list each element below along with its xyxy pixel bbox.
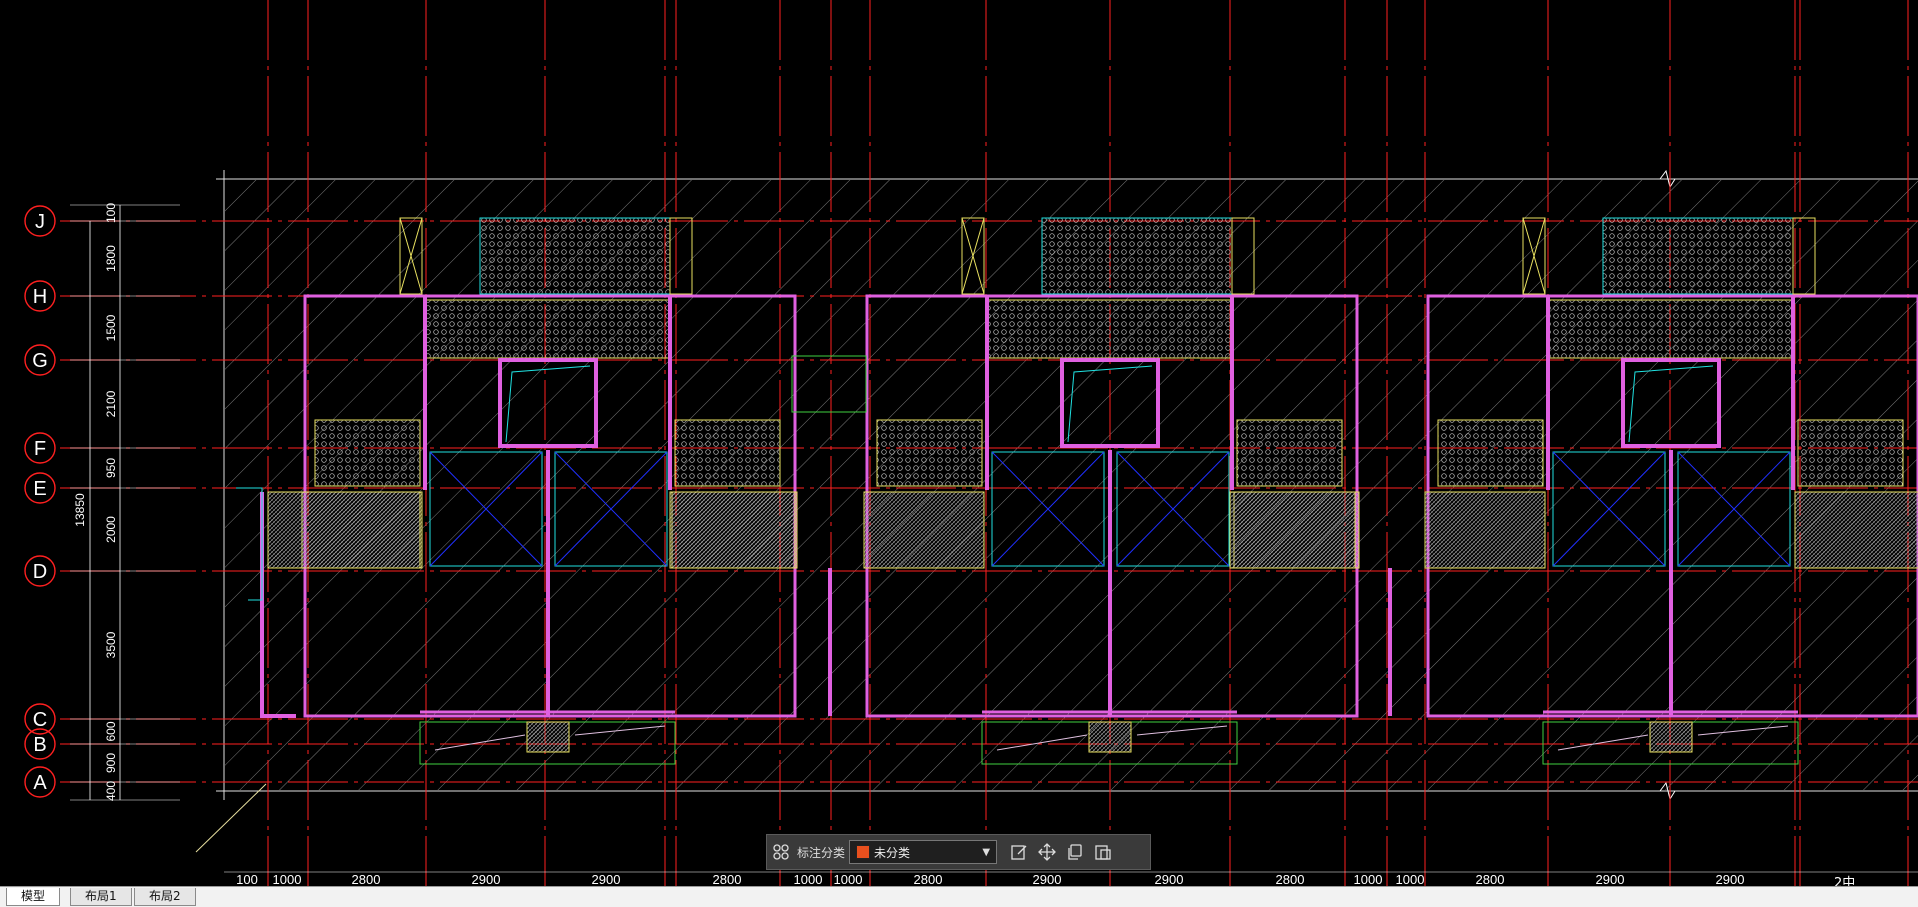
annotation-toolbar: 标注分类 未分类 ▼: [766, 834, 1151, 870]
room-hatch-right: [1797, 419, 1904, 487]
dim-left-label: 100: [104, 203, 118, 223]
dim-left-label: 400: [104, 781, 118, 801]
dim-bottom-label: 1000: [273, 872, 302, 886]
terrace-hatch: [986, 299, 1233, 359]
category-select[interactable]: 未分类 ▼: [849, 840, 998, 864]
dim-left-label: 1500: [104, 314, 118, 341]
dim-bottom-label: 2800: [1476, 872, 1505, 886]
dim-left-label: 950: [104, 458, 118, 478]
axis-bubbles: J H G FE D CBA: [24, 205, 56, 798]
dim-bottom-label: 1000: [794, 872, 823, 886]
dim-left-label: 2100: [104, 390, 118, 417]
edit-icon[interactable]: [1005, 838, 1033, 866]
stair-hatch-right: [1794, 491, 1918, 569]
terrace-hatch: [1547, 299, 1794, 359]
axis-bubble-label: H: [33, 286, 47, 308]
room-hatch-left: [314, 419, 421, 487]
category-color-swatch: [856, 845, 871, 859]
stair-hatch-west: [267, 491, 421, 569]
axis-bubble-label: G: [32, 350, 48, 372]
tab-layout-1[interactable]: 布局1: [70, 888, 132, 906]
bottom-column: [1649, 721, 1693, 753]
axis-bubble-label: A: [33, 772, 47, 794]
stair-hatch-middle: [669, 491, 796, 569]
copy-icon[interactable]: [1061, 838, 1089, 866]
layout-tab-bar: 模型 布局1 布局2: [0, 886, 1918, 907]
dim-bottom-label: 2800: [914, 872, 943, 886]
dim-left-label: 600: [104, 721, 118, 741]
dim-left-label: 3500: [104, 631, 118, 658]
stair-hatch-left: [1424, 491, 1546, 569]
dim-bottom-label: 2800: [1276, 872, 1305, 886]
dim-bottom-label: 2800: [352, 872, 381, 886]
room-hatch-left: [876, 419, 983, 487]
dim-bottom-label: 2800: [713, 872, 742, 886]
grid-icon[interactable]: [767, 838, 795, 866]
balcony-hatch: [1041, 217, 1233, 295]
category-label: 标注分类: [797, 845, 846, 860]
tab-layout-2[interactable]: 布局2: [134, 888, 196, 906]
leader-line: [195, 783, 267, 853]
axis-bubble-label: B: [33, 734, 46, 756]
terrace-hatch: [424, 299, 671, 359]
dim-left-label: 900: [104, 753, 118, 773]
axis-bubble-label: C: [33, 709, 47, 731]
dim-bottom-label: 2900: [1596, 872, 1625, 886]
dim-left-label: 2000: [104, 516, 118, 543]
bottom-column: [1088, 721, 1132, 753]
dim-bottom-label: 1000: [1396, 872, 1425, 886]
dim-left-label: 1800: [104, 245, 118, 272]
axis-bubble-label: J: [35, 211, 45, 233]
stair-hatch-middle: [1229, 491, 1356, 569]
dim-total-label: 13850: [73, 493, 87, 527]
dim-bottom-label: 2900: [592, 872, 621, 886]
bottom-column: [526, 721, 570, 753]
dim-bottom-label: 2900: [1155, 872, 1184, 886]
dim-bottom-label: 100: [236, 872, 258, 886]
dim-bottom-label: 2900: [1033, 872, 1062, 886]
dim-bottom-label: 2900: [472, 872, 501, 886]
cad-drawing-canvas[interactable]: 100 1800 1500 2100 950 2000 3500 600 900 400 13850…: [0, 0, 1918, 886]
room-hatch-right: [674, 419, 781, 487]
room-hatch-right: [1236, 419, 1343, 487]
category-value: 未分类: [874, 845, 911, 860]
balcony-hatch: [479, 217, 671, 295]
paste-icon[interactable]: [1089, 838, 1117, 866]
balcony-hatch: [1602, 217, 1794, 295]
chevron-down-icon: ▼: [982, 846, 991, 858]
tab-model[interactable]: 模型: [6, 888, 61, 906]
room-hatch-left: [1437, 419, 1544, 487]
dim-bottom-label: 2900: [1716, 872, 1745, 886]
dim-bottom-label: 1000: [834, 872, 863, 886]
move-icon[interactable]: [1033, 838, 1061, 866]
stair-hatch-left: [863, 491, 985, 569]
axis-bubble-label: F: [34, 438, 46, 460]
dim-bottom-label: 1000: [1354, 872, 1383, 886]
axis-bubble-label: D: [33, 561, 47, 583]
axis-bubble-label: E: [33, 478, 46, 500]
